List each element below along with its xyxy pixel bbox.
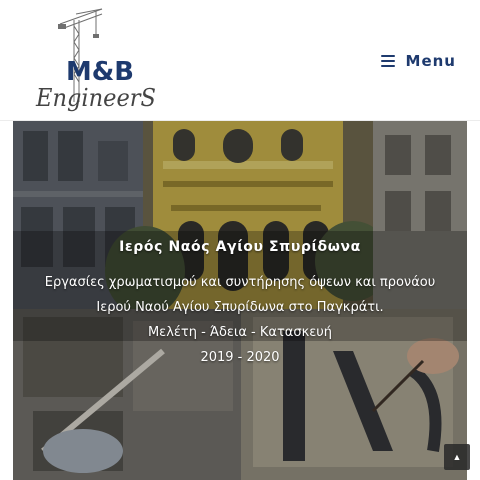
- site-header: M&B EngineerS Menu: [0, 0, 480, 121]
- hero-caption: Ιερός Ναός Αγίου Σπυρίδωνα Εργασίες χρωμ…: [13, 239, 467, 370]
- logo-wordmark: EngineerS: [35, 84, 156, 112]
- hero-slide: Ιερός Ναός Αγίου Σπυρίδωνα Εργασίες χρωμ…: [13, 121, 467, 480]
- hero-title: Ιερός Ναός Αγίου Σπυρίδωνα: [119, 239, 361, 255]
- logo-letters: M&B: [66, 57, 134, 87]
- hamburger-icon: [380, 55, 395, 67]
- hero-line: Ιερού Ναού Αγίου Σπυρίδωνα στο Παγκράτι.: [96, 300, 384, 315]
- hero-line: 2019 - 2020: [200, 350, 280, 365]
- menu-button[interactable]: Menu: [380, 50, 456, 72]
- menu-label: Menu: [405, 52, 456, 70]
- hero-line: Μελέτη - Άδεια - Κατασκευή: [147, 325, 333, 340]
- site-logo[interactable]: M&B EngineerS: [30, 6, 162, 114]
- chevron-up-icon: ▲: [452, 451, 462, 462]
- hero-line: Εργασίες χρωματισμού και συντήρησης όψεω…: [44, 275, 436, 290]
- scroll-to-top-button[interactable]: ▲: [444, 444, 470, 470]
